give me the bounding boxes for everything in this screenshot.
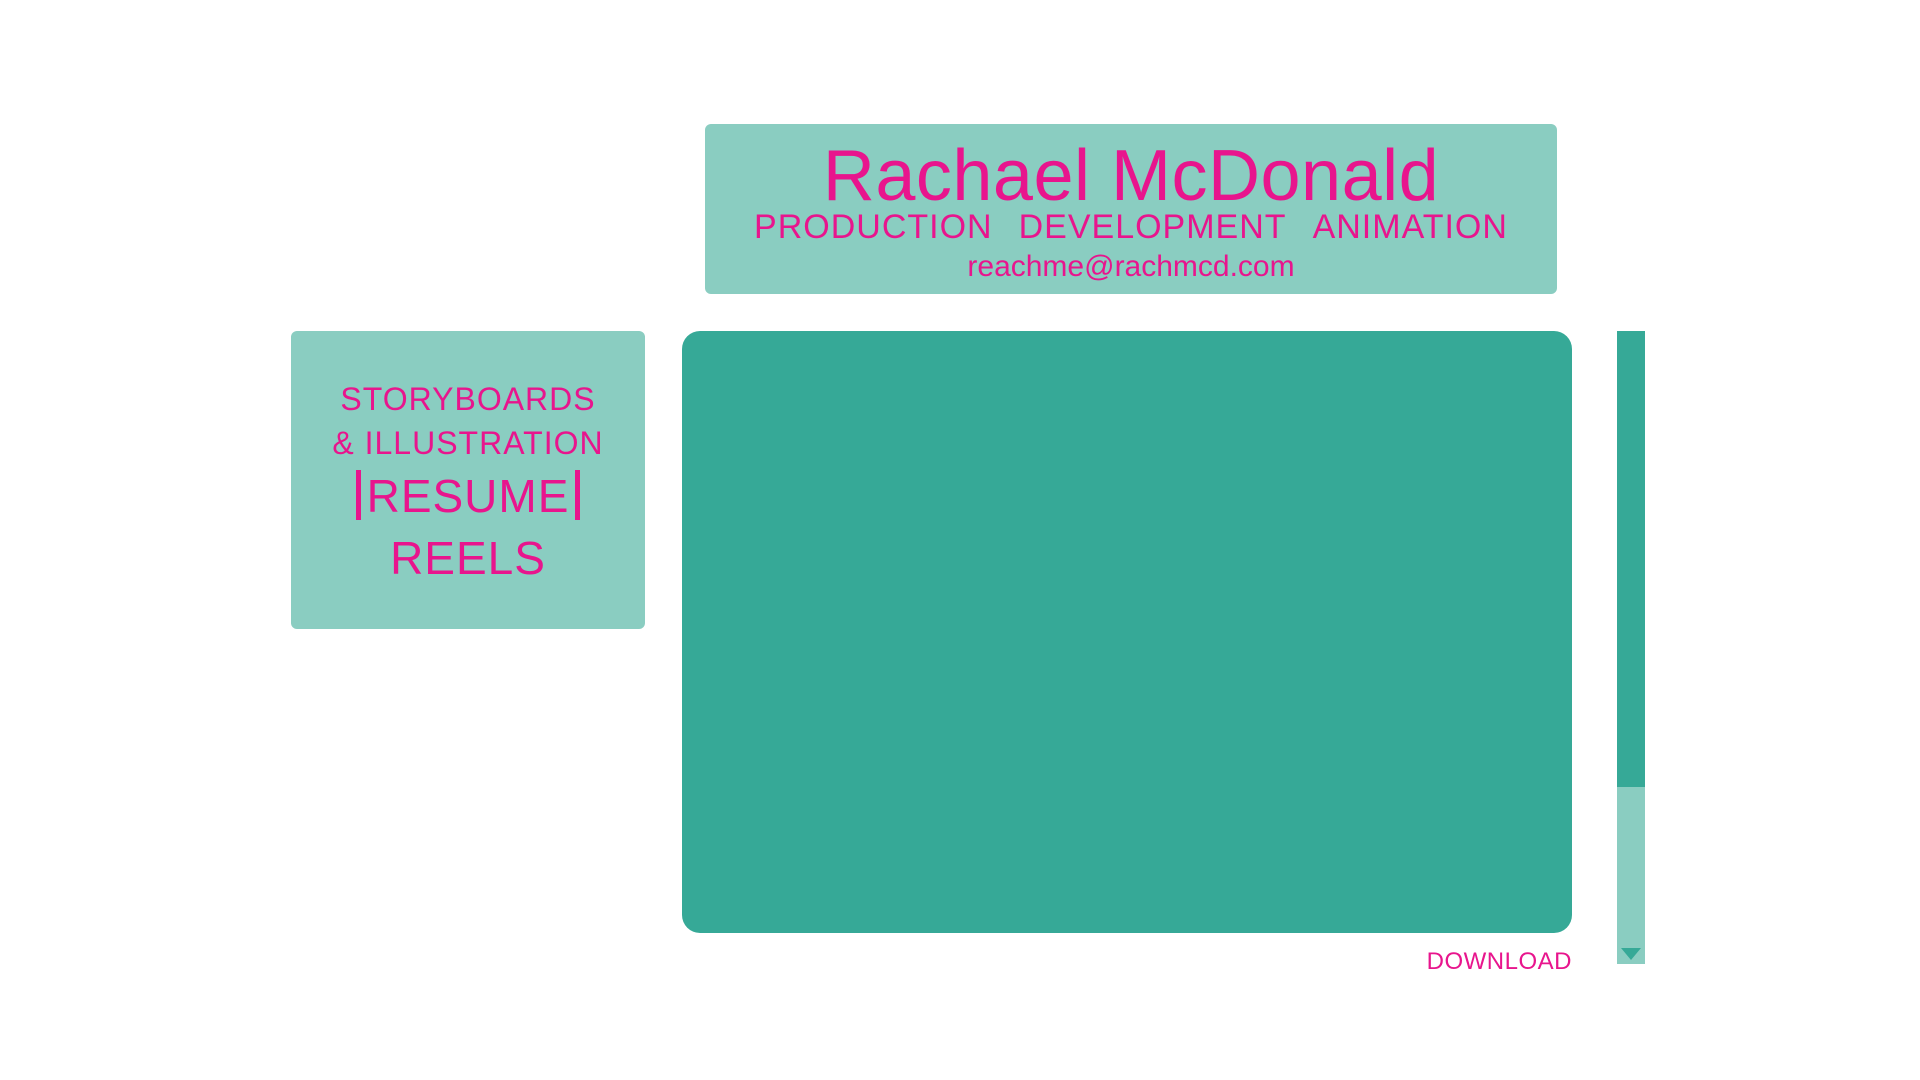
role-development: DEVELOPMENT [1018, 208, 1287, 246]
scrollbar-thumb[interactable] [1617, 331, 1645, 787]
nav-item-storyboards-label: STORYBOARDS [340, 381, 596, 417]
role-animation: ANIMATION [1312, 208, 1508, 246]
nav-item-illustration-label: & ILLUSTRATION [332, 425, 604, 461]
roles-line: PRODUCTION DEVELOPMENT ANIMATION [705, 207, 1557, 247]
nav-item-resume[interactable]: RESUME [291, 467, 645, 525]
site-title: Rachael McDonald [822, 136, 1440, 216]
email-link[interactable]: reachme@rachmcd.com [705, 249, 1557, 285]
active-marker-left [355, 470, 361, 520]
download-link[interactable]: DOWNLOAD [1427, 947, 1572, 977]
nav-item-resume-label: RESUME [366, 470, 570, 522]
content-panel [682, 331, 1572, 933]
nav-item-reels[interactable]: REELS [291, 529, 645, 587]
role-production: PRODUCTION [754, 208, 993, 246]
scrollbar[interactable] [1617, 331, 1645, 964]
active-marker-right [575, 470, 581, 520]
nav-menu: STORYBOARDS & ILLUSTRATION RESUME REELS [291, 331, 645, 629]
nav-item-storyboards-illustration[interactable]: STORYBOARDS & ILLUSTRATION [291, 377, 645, 465]
chevron-down-icon[interactable] [1617, 944, 1645, 964]
header-banner: Rachael McDonald PRODUCTION DEVELOPMENT … [705, 124, 1557, 294]
